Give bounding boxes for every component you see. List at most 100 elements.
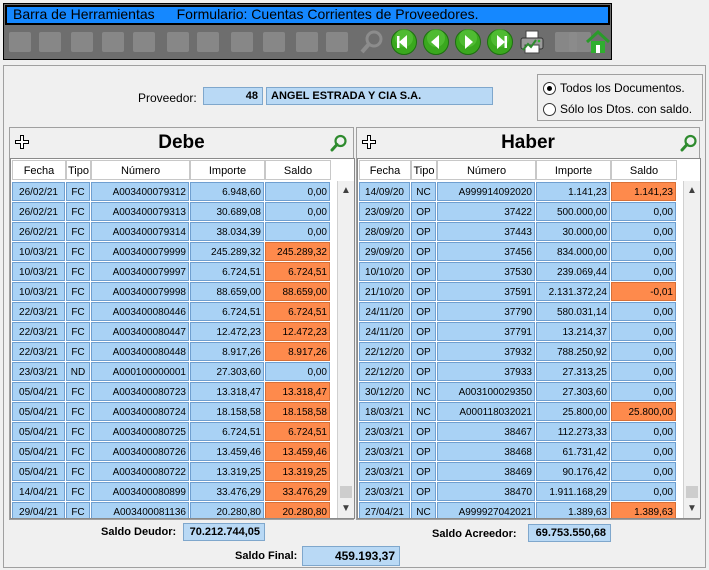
table-cell-importe: 33.476,29 [190,482,264,501]
edit-button[interactable] [99,28,127,56]
debe-scrollbar[interactable]: ▲ ▼ [337,181,354,518]
haber-scrollbar[interactable]: ▲ ▼ [683,181,700,518]
film-button[interactable] [228,28,256,56]
scroll-thumb[interactable] [340,486,352,498]
table-row[interactable]: 24/11/20 OP 37791 13.214,37 0,00 [359,322,677,342]
save-new-button[interactable] [68,28,96,56]
table-row[interactable]: 30/12/20 NC A003100029350 27.303,60 0,00 [359,382,677,402]
table-row[interactable]: 24/11/20 OP 37790 580.031,14 0,00 [359,302,677,322]
scroll-up-icon[interactable]: ▲ [684,183,700,199]
haber-grid-header: Fecha Tipo Número Importe Saldo [359,160,677,180]
table-cell-tipo: OP [411,302,436,321]
home-button[interactable] [584,28,612,56]
table-cell-tipo: NC [411,182,436,201]
debe-col-importe[interactable]: Importe [190,160,265,180]
list-button[interactable] [293,28,321,56]
scroll-down-icon[interactable]: ▼ [338,501,354,517]
copy-button[interactable] [130,28,158,56]
table-row[interactable]: 23/03/21 OP 38467 112.273,33 0,00 [359,422,677,442]
help-button[interactable] [194,28,222,56]
grid-list-button[interactable] [323,28,351,56]
last-button[interactable] [486,28,514,56]
undo-button[interactable] [164,28,192,56]
table-cell-tipo: FC [66,442,90,461]
radio-all-documents-indicator[interactable] [543,81,556,95]
save-button[interactable] [36,28,64,56]
next-button[interactable] [454,28,482,56]
table-row[interactable]: 29/04/21 FC A003400081136 20.280,80 20.280,8… [12,502,331,518]
table-cell-fecha: 22/12/20 [359,362,410,381]
table-row[interactable]: 26/02/21 FC A003400079312 6.948,60 0,00 [12,182,331,202]
printer-button[interactable] [518,28,546,56]
table-cell-fecha: 10/10/20 [359,262,410,281]
table-cell-fecha: 22/03/21 [12,302,65,321]
table-row[interactable]: 05/04/21 FC A003400080723 13.318,47 13.318,4… [12,382,331,402]
radio-all-documents[interactable]: Todos los Documentos. [543,81,685,95]
table-cell-importe: 30.689,08 [190,202,264,221]
table-row[interactable]: 18/03/21 NC A000118032021 25.800,00 25.800,0… [359,402,677,422]
search-icon[interactable] [330,134,348,152]
search-icon[interactable] [680,134,698,152]
debe-col-numero[interactable]: Número [91,160,190,180]
table-row[interactable]: 05/04/21 FC A003400080726 13.459,46 13.459,4… [12,442,331,462]
radio-with-balance[interactable]: Sólo los Dtos. con saldo. [543,102,692,116]
table-cell-tipo: FC [66,262,90,281]
haber-col-tipo[interactable]: Tipo [411,160,437,180]
table-cell-tipo: FC [66,402,90,421]
table-row[interactable]: 23/03/21 OP 38468 61.731,42 0,00 [359,442,677,462]
proveedor-code-field[interactable]: 48 [203,87,263,105]
scroll-up-icon[interactable]: ▲ [338,183,354,199]
search-button[interactable] [358,28,386,56]
table-cell-fecha: 29/09/20 [359,242,410,261]
scroll-down-icon[interactable]: ▼ [684,501,700,517]
table-row[interactable]: 10/03/21 FC A003400079997 6.724,51 6.724,51 [12,262,331,282]
haber-col-saldo[interactable]: Saldo [611,160,677,180]
haber-col-importe[interactable]: Importe [536,160,611,180]
table-row[interactable]: 23/09/20 OP 37422 500.000,00 0,00 [359,202,677,222]
import-button[interactable] [260,28,288,56]
debe-col-saldo[interactable]: Saldo [265,160,331,180]
table-row[interactable]: 14/09/20 NC A999914092020 1.141,23 1.141,23 [359,182,677,202]
table-row[interactable]: 05/04/21 FC A003400080724 18.158,58 18.158,5… [12,402,331,422]
table-cell-numero: A003400079999 [91,242,189,261]
table-cell-numero: 38469 [437,462,535,481]
document-filter-group: Todos los Documentos. Sólo los Dtos. con… [537,74,703,121]
table-row[interactable]: 10/03/21 FC A003400079999 245.289,32 245.289… [12,242,331,262]
table-cell-numero: 37791 [437,322,535,341]
table-cell-numero: 37933 [437,362,535,381]
haber-group: Haber Fecha Tipo Número Importe Saldo 14/09/… [356,127,701,520]
table-row[interactable]: 22/03/21 FC A003400080447 12.472,23 12.472,2… [12,322,331,342]
haber-col-fecha[interactable]: Fecha [359,160,411,180]
table-row[interactable]: 22/03/21 FC A003400080446 6.724,51 6.724,51 [12,302,331,322]
table-row[interactable]: 26/02/21 FC A003400079313 30.689,08 0,00 [12,202,331,222]
table-row[interactable]: 23/03/21 OP 38469 90.176,42 0,00 [359,462,677,482]
table-row[interactable]: 05/04/21 FC A003400080725 6.724,51 6.724,51 [12,422,331,442]
table-row[interactable]: 21/10/20 OP 37591 2.131.372,24 -0,01 [359,282,677,302]
table-row[interactable]: 28/09/20 OP 37443 30.000,00 0,00 [359,222,677,242]
table-row[interactable]: 26/02/21 FC A003400079314 38.034,39 0,00 [12,222,331,242]
table-row[interactable]: 10/03/21 FC A003400079998 88.659,00 88.659,0… [12,282,331,302]
table-row[interactable]: 22/12/20 OP 37932 788.250,92 0,00 [359,342,677,362]
table-row[interactable]: 23/03/21 ND A000100000001 27.303,60 0,00 [12,362,331,382]
table-cell-tipo: FC [66,382,90,401]
debe-col-fecha[interactable]: Fecha [12,160,66,180]
table-row[interactable]: 22/03/21 FC A003400080448 8.917,26 8.917,26 [12,342,331,362]
table-row[interactable]: 29/09/20 OP 37456 834.000,00 0,00 [359,242,677,262]
first-record-button[interactable] [6,28,34,56]
table-row[interactable]: 23/03/21 OP 38470 1.911.168,29 0,00 [359,482,677,502]
table-cell-numero: 37443 [437,222,535,241]
first-button[interactable] [390,28,418,56]
table-row[interactable]: 27/04/21 NC A999927042021 1.389,63 1.389,63 [359,502,677,518]
table-cell-tipo: FC [66,502,90,518]
table-row[interactable]: 05/04/21 FC A003400080722 13.319,25 13.319,2… [12,462,331,482]
previous-button[interactable] [422,28,450,56]
copy-icon [133,32,155,52]
table-row[interactable]: 22/12/20 OP 37933 27.313,25 0,00 [359,362,677,382]
table-row[interactable]: 14/04/21 FC A003400080899 33.476,29 33.476,2… [12,482,331,502]
radio-with-balance-indicator[interactable] [543,102,556,116]
haber-col-numero[interactable]: Número [437,160,536,180]
table-cell-saldo: 0,00 [611,442,676,461]
scroll-thumb[interactable] [686,486,698,498]
table-row[interactable]: 10/10/20 OP 37530 239.069,44 0,00 [359,262,677,282]
debe-col-tipo[interactable]: Tipo [66,160,91,180]
